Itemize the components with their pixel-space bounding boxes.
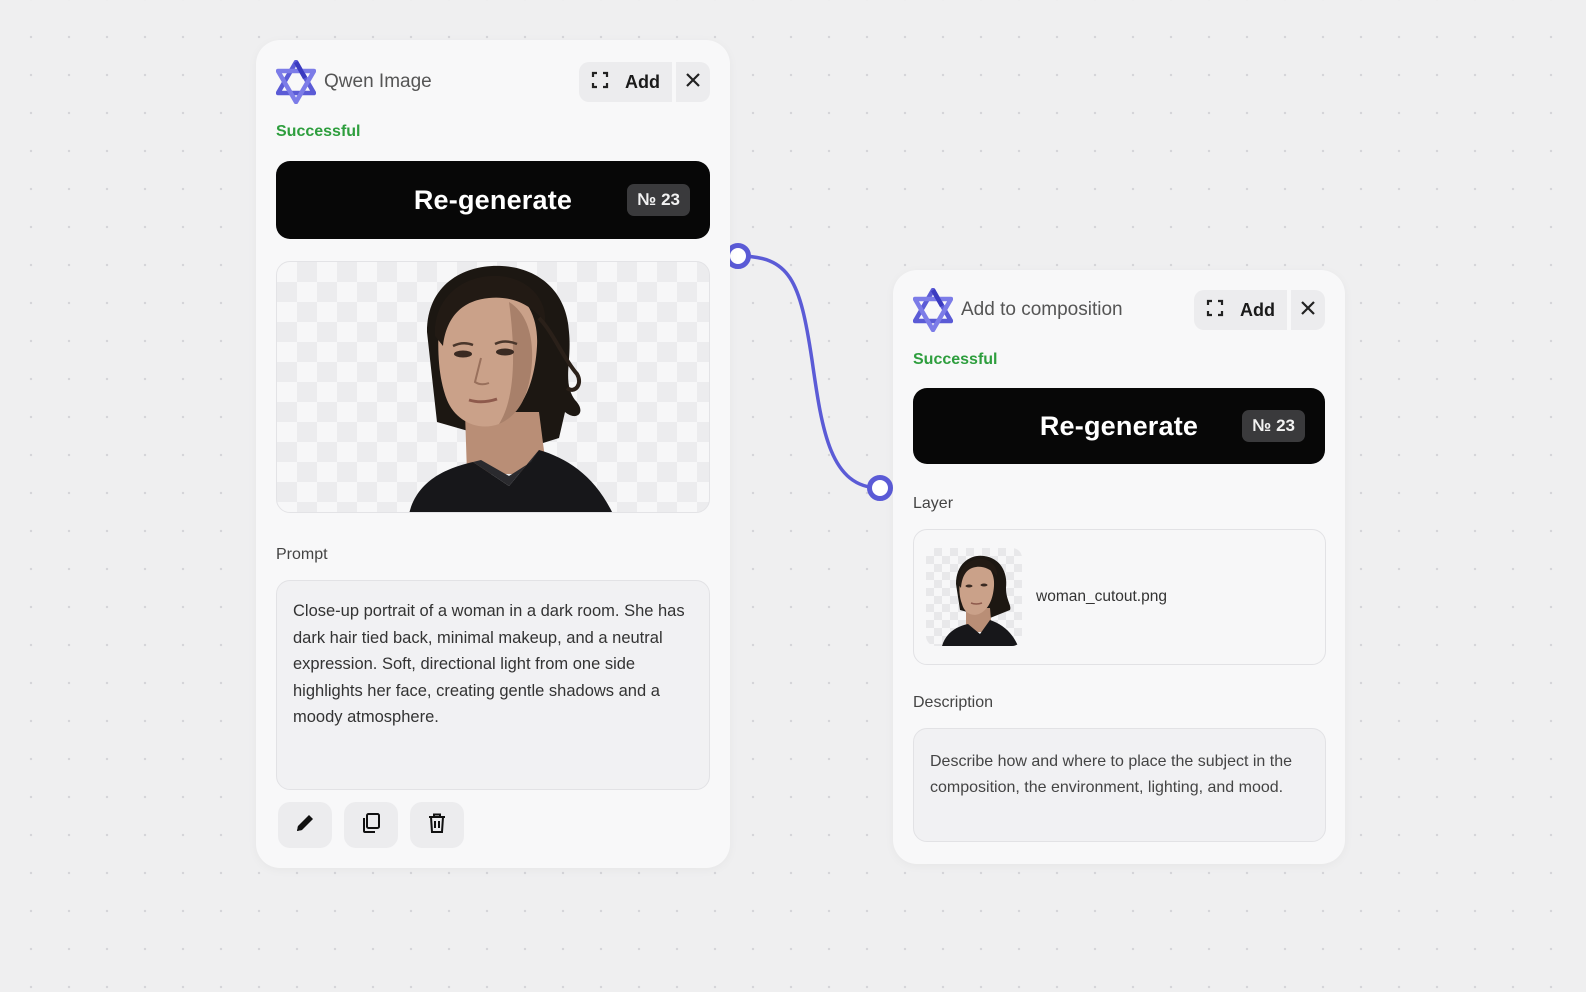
status-text: Successful [913,351,998,368]
prompt-textarea[interactable]: Close-up portrait of a woman in a dark r… [276,580,710,790]
add-button[interactable]: Add [579,62,672,102]
node-header: Qwen Image Add [276,60,710,104]
portrait-image [409,265,612,512]
close-icon[interactable] [685,72,701,93]
expand-icon[interactable] [1206,299,1224,322]
add-label[interactable]: Add [1240,300,1275,321]
regenerate-count-badge: № 23 [1242,410,1305,442]
qwen-image-node[interactable]: Qwen Image Add Successful Re-generate № … [256,40,730,868]
regenerate-button[interactable]: Re-generate № 23 [913,388,1325,464]
prompt-label: Prompt [276,546,328,563]
status-text: Successful [276,123,361,140]
prompt-toolbar [278,802,464,848]
qwen-logo-icon [276,60,316,104]
layer-item[interactable]: woman_cutout.png [913,529,1326,665]
delete-button[interactable] [410,802,464,848]
layer-label: Layer [913,495,954,512]
node-header: Add to composition Add [913,288,1325,332]
qwen-logo-icon [913,288,953,332]
close-icon[interactable] [1300,300,1316,321]
regenerate-label[interactable]: Re-generate [414,185,572,216]
copy-icon[interactable] [360,812,382,839]
add-to-composition-node[interactable]: Add to composition Add Successful Re-gen… [893,270,1345,864]
close-button[interactable] [676,62,710,102]
generated-image[interactable] [276,261,710,513]
add-button[interactable]: Add [1194,290,1287,330]
input-port [867,475,893,501]
layer-thumbnail [926,548,1022,646]
add-label[interactable]: Add [625,72,660,93]
regenerate-label[interactable]: Re-generate [1040,411,1198,442]
edit-icon[interactable] [294,812,316,839]
description-label: Description [913,694,994,711]
output-port [725,243,751,269]
regenerate-count-badge: № 23 [627,184,690,216]
description-textarea[interactable]: Describe how and where to place the subj… [913,728,1326,842]
node-connector [725,243,893,501]
expand-icon[interactable] [591,71,609,94]
node-title: Qwen Image [324,71,432,92]
header-actions: Add [579,62,710,102]
node-title: Add to composition [961,299,1123,320]
header-actions: Add [1194,290,1325,330]
edit-button[interactable] [278,802,332,848]
copy-button[interactable] [344,802,398,848]
layer-filename: woman_cutout.png [1036,588,1167,605]
regenerate-button[interactable]: Re-generate № 23 [276,161,710,239]
trash-icon[interactable] [426,812,448,839]
close-button[interactable] [1291,290,1325,330]
